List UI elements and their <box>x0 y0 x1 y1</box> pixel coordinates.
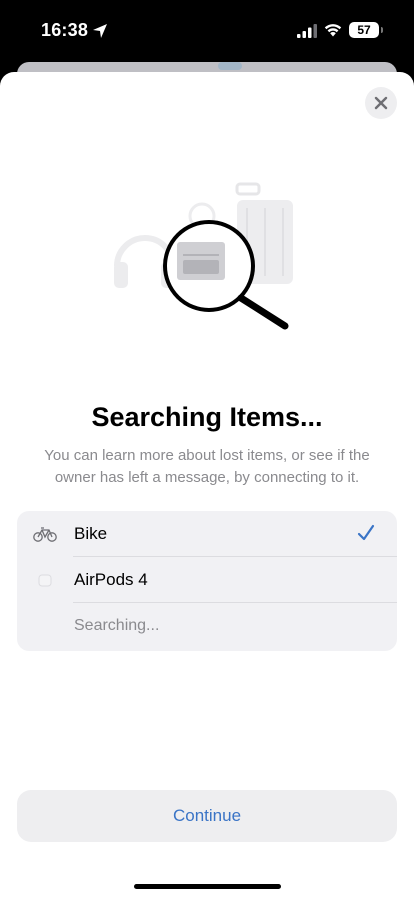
searching-status: Searching... <box>74 617 160 634</box>
checkmark-icon <box>357 524 375 541</box>
items-list: Bike AirPods 4 Searching... <box>17 511 397 651</box>
list-item-bike[interactable]: Bike <box>17 511 397 557</box>
airpods-case-icon <box>38 574 52 587</box>
background-sheet-accent <box>218 62 242 70</box>
page-subtitle: You can learn more about lost items, or … <box>44 447 370 486</box>
screen: 16:38 57 Searching Items... You can lear… <box>0 0 414 898</box>
home-indicator[interactable] <box>134 884 281 889</box>
close-icon <box>374 96 388 110</box>
battery-tip <box>381 27 383 33</box>
status-time: 16:38 <box>41 20 89 40</box>
status-bar: 16:38 57 <box>0 0 414 62</box>
list-item-airpods[interactable]: AirPods 4 <box>17 557 397 603</box>
list-item-label: AirPods 4 <box>74 570 148 589</box>
battery-level: 57 <box>357 23 371 37</box>
page-title: Searching Items... <box>91 402 323 432</box>
continue-button[interactable]: Continue <box>17 790 397 842</box>
battery-indicator: 57 <box>349 22 379 38</box>
list-item-searching: Searching... <box>17 603 397 649</box>
wifi-icon <box>324 24 342 37</box>
location-arrow-icon <box>93 24 107 38</box>
cellular-signal-icon <box>297 24 317 38</box>
search-items-sheet: Searching Items... You can learn more ab… <box>0 72 414 898</box>
close-button[interactable] <box>365 87 397 119</box>
bicycle-icon <box>33 527 57 542</box>
magnifying-glass-icon <box>114 182 293 330</box>
list-item-label: Bike <box>74 524 108 543</box>
